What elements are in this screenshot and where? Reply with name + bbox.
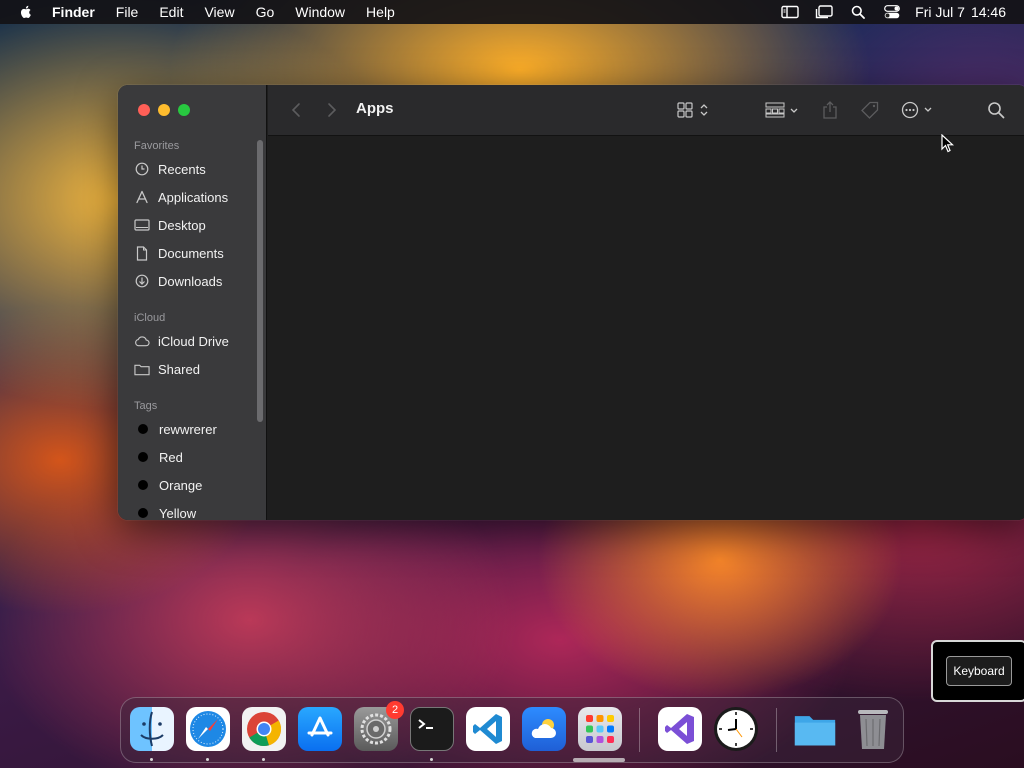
menu-file[interactable]: File (116, 4, 139, 20)
share-icon[interactable] (821, 99, 839, 121)
control-center-icon[interactable] (883, 4, 901, 20)
zoom-window-button[interactable] (178, 104, 190, 116)
tag-dot-icon (138, 452, 148, 462)
dock-safari-icon[interactable] (186, 707, 230, 751)
minimize-window-button[interactable] (158, 104, 170, 116)
menu-go[interactable]: Go (256, 4, 275, 20)
group-icon[interactable] (764, 99, 804, 121)
dock-trash-icon[interactable] (851, 707, 895, 751)
window-controls (138, 104, 190, 116)
notification-badge: 2 (386, 701, 404, 719)
menu-app-name[interactable]: Finder (52, 4, 95, 20)
sidebar-item-label: Orange (159, 477, 203, 493)
dock-launchpad-icon[interactable] (578, 707, 622, 751)
dock-scroll-indicator (573, 758, 625, 762)
applications-icon (134, 189, 150, 205)
menubar-time[interactable]: 14:46 (971, 4, 1006, 20)
menu-bar: Finder File Edit View Go Window Help Fri… (0, 0, 1024, 24)
tag-dot-icon (138, 480, 148, 490)
dock-terminal-icon[interactable] (410, 707, 454, 751)
desktop-icon (134, 217, 150, 233)
sidebar-item-recents[interactable]: Recents (134, 158, 206, 180)
tag-dot-icon (138, 424, 148, 434)
sidebar-item-label: Shared (158, 361, 200, 377)
search-icon[interactable] (986, 99, 1006, 121)
screen-mirror-icon[interactable] (781, 4, 799, 20)
running-indicator (150, 758, 153, 761)
sidebar-item-label: Downloads (158, 273, 223, 289)
dock-separator (639, 708, 640, 752)
sidebar-tag-orange[interactable]: Orange (134, 474, 202, 496)
mouse-pointer-icon (941, 134, 955, 153)
sidebar-item-applications[interactable]: Applications (134, 186, 228, 208)
sidebar-tag-yellow[interactable]: Yellow (134, 502, 196, 520)
sidebar-item-shared[interactable]: Shared (134, 358, 200, 380)
back-icon[interactable] (288, 99, 304, 121)
finder-window: Favorites Recents Applications Desktop D… (118, 85, 1024, 520)
forward-icon[interactable] (324, 99, 340, 121)
dock-app-store-icon[interactable] (298, 707, 342, 751)
dock: 2 (120, 697, 904, 763)
tag-icon[interactable] (860, 99, 880, 121)
shared-folder-icon (134, 361, 150, 377)
dock-visual-studio-icon[interactable] (658, 707, 702, 751)
sidebar-item-documents[interactable]: Documents (134, 242, 224, 264)
keyboard-overlay: Keyboard (931, 640, 1024, 702)
stage-manager-icon[interactable] (815, 4, 833, 20)
apple-menu-icon[interactable] (18, 4, 34, 20)
dock-finder-icon[interactable] (130, 707, 174, 751)
dock-vscode-icon[interactable] (466, 707, 510, 751)
document-icon (134, 245, 150, 261)
sidebar-item-label: Yellow (159, 505, 197, 521)
sidebar-scrollbar[interactable] (257, 140, 263, 422)
running-indicator (430, 758, 433, 761)
sidebar-item-label: iCloud Drive (158, 333, 229, 349)
sidebar-item-downloads[interactable]: Downloads (134, 270, 222, 292)
dock-downloads-folder-icon[interactable] (793, 707, 837, 751)
running-indicator (206, 758, 209, 761)
sidebar-item-label: Desktop (158, 217, 206, 233)
sidebar-item-label: Red (159, 449, 183, 465)
close-window-button[interactable] (138, 104, 150, 116)
dock-system-settings-icon[interactable]: 2 (354, 701, 404, 751)
menu-window[interactable]: Window (295, 4, 345, 20)
keyboard-button[interactable]: Keyboard (946, 656, 1012, 686)
sidebar-section-favorites: Favorites (134, 140, 180, 152)
sidebar-item-desktop[interactable]: Desktop (134, 214, 206, 236)
menu-edit[interactable]: Edit (159, 4, 183, 20)
dock-weather-icon[interactable] (522, 707, 566, 751)
sidebar-tag-rewwrerer[interactable]: rewwrerer (134, 418, 217, 440)
sidebar-item-label: rewwrerer (159, 421, 217, 437)
finder-sidebar: Favorites Recents Applications Desktop D… (118, 85, 267, 520)
menubar-date[interactable]: Fri Jul 7 (915, 4, 965, 20)
dock-clock-icon[interactable] (714, 707, 758, 751)
spotlight-search-icon[interactable] (849, 4, 867, 20)
sidebar-tag-red[interactable]: Red (134, 446, 183, 468)
dock-chrome-icon[interactable] (242, 707, 286, 751)
dock-separator (776, 708, 777, 752)
window-title: Apps (356, 100, 394, 117)
sidebar-item-label: Recents (158, 161, 206, 177)
icon-view-icon[interactable] (676, 99, 712, 121)
more-actions-icon[interactable] (900, 99, 940, 121)
finder-content-area[interactable] (268, 137, 1024, 520)
sidebar-section-tags: Tags (134, 400, 158, 412)
menu-help[interactable]: Help (366, 4, 395, 20)
sidebar-section-icloud: iCloud (134, 312, 166, 324)
running-indicator (262, 758, 265, 761)
sidebar-item-icloud-drive[interactable]: iCloud Drive (134, 330, 229, 352)
clock-icon (134, 161, 150, 177)
menu-view[interactable]: View (204, 4, 234, 20)
download-icon (134, 273, 150, 289)
finder-toolbar: Apps (268, 85, 1024, 136)
tag-dot-icon (138, 508, 148, 518)
cloud-icon (134, 333, 150, 349)
sidebar-item-label: Applications (158, 189, 229, 205)
sidebar-item-label: Documents (158, 245, 224, 261)
